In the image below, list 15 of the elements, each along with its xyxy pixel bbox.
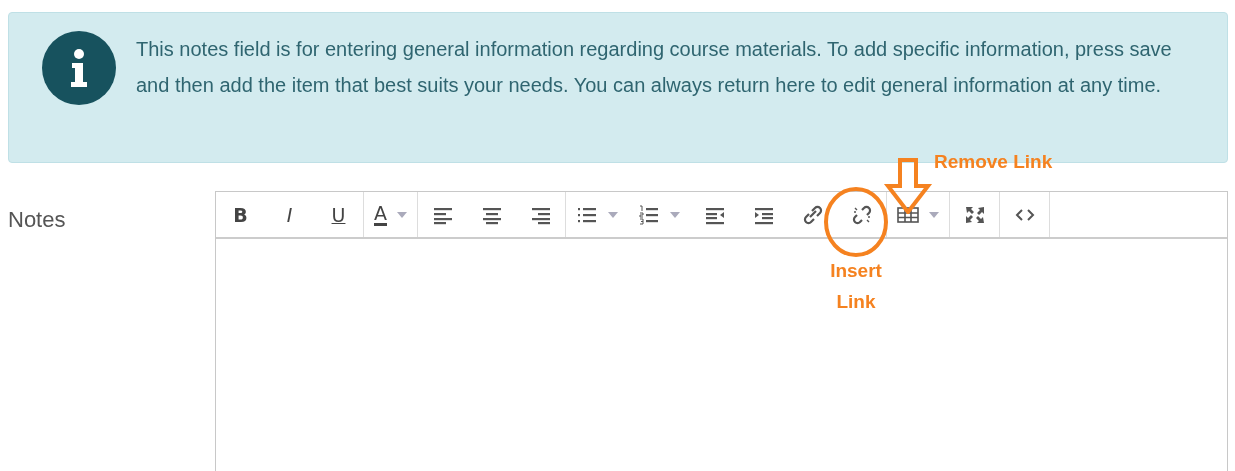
info-message: This notes field is for entering general information regarding course materials. To add specific information, press save and then add the item that best suits your needs. You can always return here to edit general information at any time. xyxy=(136,37,1173,98)
bold-button[interactable]: B xyxy=(216,192,265,237)
color-button[interactable]: A xyxy=(364,192,417,237)
unlink-icon xyxy=(850,204,873,225)
underline-button[interactable]: U xyxy=(314,192,363,237)
link-icon xyxy=(801,204,824,225)
arrow-annotation xyxy=(882,158,934,214)
notes-label: Notes xyxy=(8,206,67,234)
numbered-list-icon xyxy=(638,204,660,225)
table-icon xyxy=(897,204,919,225)
annotation-label: Remove Link xyxy=(934,150,1053,174)
italic-button[interactable]: I xyxy=(265,192,314,237)
fullscreen-icon xyxy=(963,204,986,225)
annotation-label: Insert Link xyxy=(829,259,883,314)
circle-annotation xyxy=(823,186,889,258)
